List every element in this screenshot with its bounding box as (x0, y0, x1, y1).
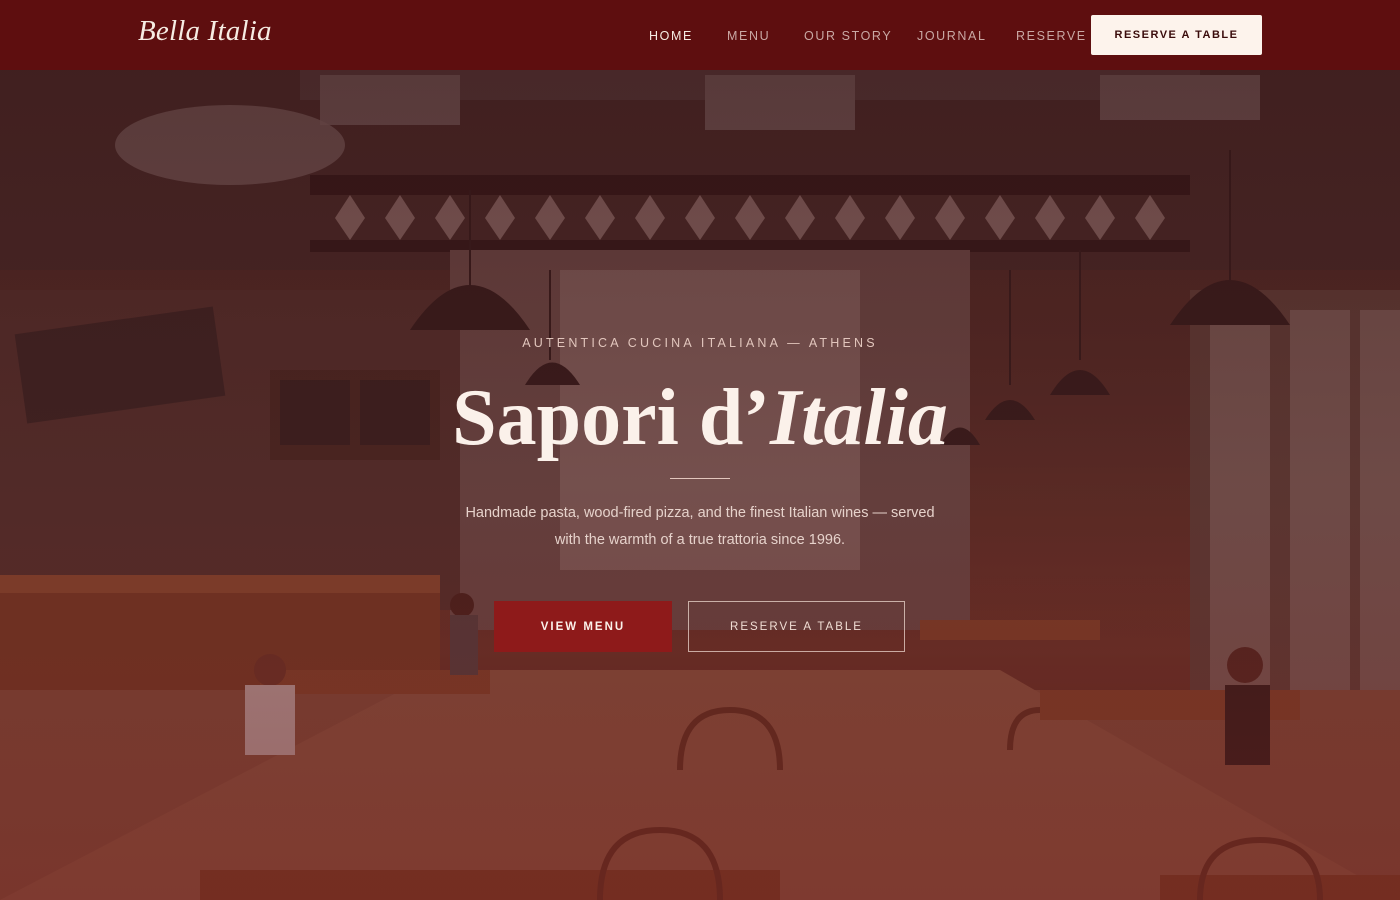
hero-headline: Sapori d’Italia (0, 378, 1400, 458)
headline-divider (670, 478, 730, 479)
reserve-table-nav-button[interactable]: RESERVE A TABLE (1091, 15, 1262, 55)
hero-eyebrow: AUTENTICA CUCINA ITALIANA — ATHENS (522, 336, 878, 350)
hero-headline-plain: Sapori d’ (452, 374, 771, 462)
nav-our-story-link[interactable]: OUR STORY (804, 29, 892, 43)
hero-section (0, 70, 1400, 900)
nav-reserve-link[interactable]: RESERVE (1016, 29, 1087, 43)
hero-headline-italic: Italia (770, 374, 948, 462)
hero-tint-overlay (0, 70, 1400, 900)
reserve-table-hero-button[interactable]: RESERVE A TABLE (688, 601, 905, 652)
nav-menu-link[interactable]: MENU (727, 29, 770, 43)
top-navbar: Bella Italia HOME MENU OUR STORY JOURNAL… (0, 0, 1400, 70)
brand-logo[interactable]: Bella Italia (138, 15, 272, 48)
nav-home-link[interactable]: HOME (649, 29, 693, 43)
hero-subtitle: Handmade pasta, wood-fired pizza, and th… (465, 505, 935, 548)
nav-journal-link[interactable]: JOURNAL (917, 29, 987, 43)
view-menu-button[interactable]: VIEW MENU (494, 601, 672, 652)
